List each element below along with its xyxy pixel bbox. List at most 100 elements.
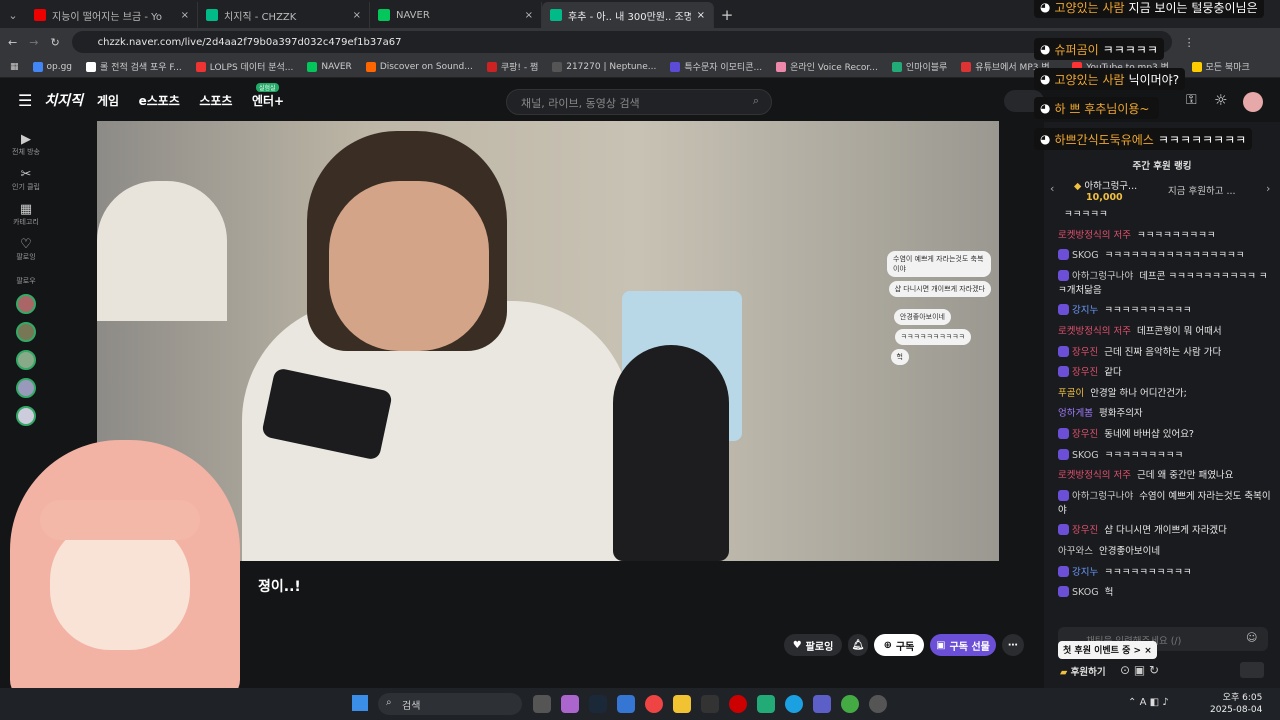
chat-username[interactable]: SKOG	[1072, 250, 1099, 261]
chat-username[interactable]: 아하그렁구나야	[1072, 271, 1133, 282]
rail-live[interactable]: ▶ 전체 방송	[0, 132, 52, 157]
chrome-icon[interactable]	[645, 695, 663, 713]
bookmark-item[interactable]: LOLPS 데이터 분석...	[195, 60, 293, 73]
bookmark-item[interactable]: 롤 전적 검색 포우 F...	[86, 60, 182, 73]
chat-username[interactable]: SKOG	[1072, 587, 1099, 598]
rail-category[interactable]: ▦ 카테고리	[0, 202, 52, 227]
close-icon[interactable]: ×	[697, 10, 705, 21]
send-button[interactable]	[1240, 662, 1264, 678]
tab-title: NAVER	[396, 9, 430, 21]
event-badge[interactable]: 첫 후원 이벤트 중 > ×	[1058, 641, 1157, 659]
chat-username[interactable]: SKOG	[1072, 450, 1099, 461]
chat-username[interactable]: 강지누	[1072, 567, 1098, 578]
folder-icon[interactable]	[673, 695, 691, 713]
close-icon[interactable]: ×	[181, 10, 189, 21]
apps-icon[interactable]: ▦	[10, 62, 19, 72]
forward-icon[interactable]: →	[29, 36, 38, 49]
search-icon[interactable]: ⌕	[753, 94, 759, 108]
ranking-now[interactable]: 지금 후원하고 ...	[1168, 183, 1236, 197]
theme-icon[interactable]: ☼	[1214, 91, 1227, 109]
emoji-icon[interactable]: ☺	[1246, 631, 1257, 644]
chat-username[interactable]: 아하그렁구나야	[1072, 491, 1133, 502]
tab-naver[interactable]: NAVER ×	[370, 2, 542, 28]
bookmark-item[interactable]: 모든 북마크	[1191, 60, 1250, 73]
subscribe-button[interactable]: ⊕ 구독	[874, 634, 924, 656]
taskview-icon[interactable]	[533, 695, 551, 713]
chat-username[interactable]: 로켓방정식의 저주	[1058, 230, 1131, 241]
app-icon[interactable]	[617, 695, 635, 713]
follow-avatar[interactable]	[16, 406, 36, 426]
new-tab-button[interactable]: +	[714, 2, 740, 28]
chzzk-logo[interactable]: 치지직	[44, 90, 83, 110]
nav-esports[interactable]: e스포츠	[139, 94, 180, 108]
bookmark-item[interactable]: NAVER	[307, 61, 352, 72]
chrome-active-icon[interactable]	[841, 695, 859, 713]
close-icon[interactable]: ×	[353, 10, 361, 21]
ranking-next-icon[interactable]: ›	[1266, 182, 1270, 195]
following-button[interactable]: ♥ 팔로잉	[784, 634, 842, 656]
tab-search-icon[interactable]: ⌄	[0, 2, 26, 28]
url-field[interactable]: chzzk.naver.com/live/2d4aa2f79b0a397d032…	[71, 31, 1172, 53]
app-icon[interactable]	[869, 695, 887, 713]
teams-icon[interactable]	[813, 695, 831, 713]
app-icon[interactable]	[757, 695, 775, 713]
tab-chzzk[interactable]: 치지직 - CHZZK ×	[198, 2, 370, 28]
rail-following[interactable]: ♡ 팔로잉	[0, 237, 52, 262]
steam-icon[interactable]	[589, 695, 607, 713]
chat-username[interactable]: 로켓방정식의 저주	[1058, 470, 1131, 481]
clock-date: 2025-08-04	[1210, 705, 1263, 715]
bookmark-item[interactable]: 특수문자 이모티콘...	[670, 60, 762, 73]
bookmark-item[interactable]: 쿠팡! - 쩜	[486, 60, 538, 73]
back-icon[interactable]: ←	[8, 36, 17, 49]
clock[interactable]: 오후 6:05 2025-08-04	[1210, 692, 1262, 716]
nav-enter[interactable]: 엔터+	[252, 94, 284, 108]
bookmark-item[interactable]: 217270 | Neptune...	[552, 61, 656, 72]
chat-username[interactable]: 강지누	[1072, 305, 1098, 316]
copilot-icon[interactable]	[561, 695, 579, 713]
close-icon[interactable]: ×	[525, 10, 533, 21]
bookmark-item[interactable]: 온라인 Voice Recor...	[776, 60, 878, 73]
gift-subscribe-button[interactable]: ▣ 구독 선물	[930, 634, 996, 656]
menu-icon[interactable]: ⋮	[1184, 36, 1195, 49]
chat-tools-icons[interactable]: ⊙ ▣ ↻	[1120, 663, 1159, 677]
close-icon[interactable]: ×	[1144, 646, 1152, 656]
follow-avatar[interactable]	[16, 350, 36, 370]
follow-avatar[interactable]	[16, 294, 36, 314]
nav-sports[interactable]: 스포츠	[199, 94, 232, 108]
opera-icon[interactable]	[729, 695, 747, 713]
follow-avatar[interactable]	[16, 378, 36, 398]
reload-icon[interactable]: ↻	[50, 36, 59, 49]
edge-icon[interactable]	[785, 695, 803, 713]
chat-username[interactable]: 푸골이	[1058, 388, 1084, 399]
key-icon[interactable]: ⚿	[1186, 92, 1197, 108]
chat-username[interactable]: 아꾸와스	[1058, 546, 1093, 557]
ranking-prev-icon[interactable]: ‹	[1050, 182, 1054, 195]
hamburger-icon[interactable]: ☰	[18, 91, 32, 110]
epic-icon[interactable]	[701, 695, 719, 713]
tab-hucu[interactable]: 후추 - 아.. 내 300만원.. 조명이 ×	[542, 2, 714, 28]
bookmark-item[interactable]: Discover on Sound...	[365, 61, 473, 72]
bookmark-item[interactable]: op.gg	[32, 61, 72, 72]
rail-clip[interactable]: ✂ 인기 클립	[0, 167, 52, 192]
chat-username[interactable]: 장우진	[1072, 525, 1098, 536]
tab-youtube[interactable]: 지능이 떨어지는 브금 - Yo ×	[26, 2, 198, 28]
windows-start-icon[interactable]	[352, 695, 368, 711]
ranking-top-name: 아하그렁구...	[1084, 181, 1138, 192]
bookmark-item[interactable]: 인마이블루	[891, 60, 947, 73]
chat-username[interactable]: 장우진	[1072, 429, 1098, 440]
nav-game[interactable]: 게임	[97, 94, 119, 108]
tray-icons[interactable]: ⌃ A ◧ ♪	[1128, 697, 1169, 708]
chat-username[interactable]: 로켓방정식의 저주	[1058, 326, 1131, 337]
more-button[interactable]: ⋯	[1002, 634, 1024, 656]
chat-text: ㅋㅋㅋㅋㅋㅋㅋㅋㅋ	[1104, 449, 1184, 461]
chat-username[interactable]: 엉하게봄	[1058, 408, 1093, 419]
chat-username[interactable]: 장우진	[1072, 367, 1098, 378]
search-input[interactable]: 채널, 라이브, 동영상 검색 ⌕	[506, 89, 772, 115]
taskbar-search[interactable]: ⌕ 검색	[378, 693, 522, 715]
donate-button[interactable]: ▰ 후원하기	[1060, 664, 1106, 678]
follow-avatar[interactable]	[16, 322, 36, 342]
chat-username[interactable]: 장우진	[1072, 347, 1098, 358]
avatar[interactable]	[1243, 92, 1263, 112]
ranking-top[interactable]: ◆ 아하그렁구... 10,000	[1074, 178, 1137, 203]
notification-button[interactable]: 🔔︎	[848, 634, 868, 656]
